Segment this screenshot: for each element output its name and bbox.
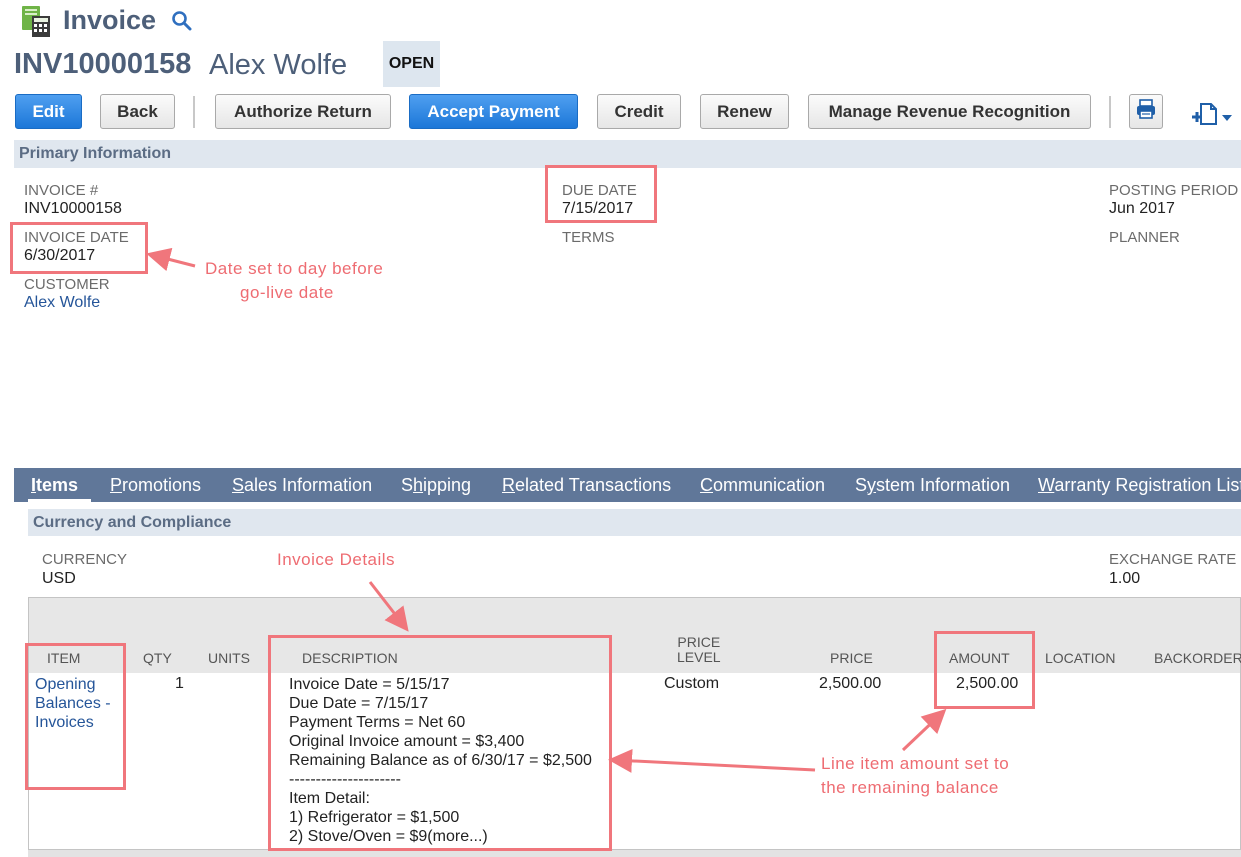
tab-items[interactable]: Items: [31, 468, 78, 502]
description-highlight: [268, 635, 612, 851]
invoice-date-highlight: [10, 222, 148, 274]
due-date-highlight: [545, 165, 657, 223]
record-customer-name: Alex Wolfe: [209, 49, 348, 81]
annotation-amount-note: Line item amount set to: [821, 754, 1010, 773]
currency-label: CURRENCY: [42, 551, 128, 568]
active-tab-indicator: [28, 499, 91, 502]
accept-payment-button[interactable]: Accept Payment: [409, 94, 578, 129]
invoice-number-value: INV10000158: [24, 200, 122, 217]
tab-accel: h: [413, 475, 424, 495]
credit-button[interactable]: Credit: [597, 94, 681, 129]
edit-button[interactable]: Edit: [15, 94, 82, 129]
table-header: ITEM QTY UNITS DESCRIPTION PRICE LEVEL P…: [29, 598, 1241, 673]
amount-highlight: [934, 631, 1035, 709]
column-header-line: LEVEL: [677, 649, 721, 665]
tab-accel: W: [1038, 475, 1055, 495]
annotation-date-note: go-live date: [240, 283, 334, 302]
invoice-number-label: INVOICE #: [24, 182, 99, 199]
item-highlight: [25, 643, 126, 790]
tab-label-pre: S: [401, 475, 414, 495]
items-table: ITEM QTY UNITS DESCRIPTION PRICE LEVEL P…: [28, 597, 1241, 850]
posting-period-label: POSTING PERIOD: [1109, 182, 1239, 199]
tab-label: ales Information: [244, 475, 373, 495]
tab-shipping[interactable]: Shipping: [401, 468, 471, 502]
new-document-icon: [1190, 101, 1218, 132]
back-button[interactable]: Back: [100, 94, 175, 129]
tab-promotions[interactable]: Promotions: [110, 468, 201, 502]
currency-value: USD: [42, 570, 76, 587]
tab-accel: C: [700, 475, 713, 495]
annotation-date-note: Date set to day before: [205, 259, 384, 278]
qty-cell: 1: [175, 675, 184, 692]
tab-label: ipping: [423, 475, 472, 495]
search-icon[interactable]: [171, 10, 193, 32]
column-header-qty[interactable]: QTY: [143, 650, 172, 666]
exchange-rate-value: 1.00: [1109, 570, 1141, 587]
column-header-location[interactable]: LOCATION: [1045, 650, 1116, 666]
tab-accel: P: [110, 475, 123, 495]
column-header-price[interactable]: PRICE: [830, 650, 873, 666]
status-badge: OPEN: [383, 41, 440, 87]
column-header-price-level[interactable]: PRICE LEVEL: [677, 635, 721, 665]
tab-warranty-registration-list[interactable]: Warranty Registration List: [1038, 468, 1241, 502]
tab-label: tems: [36, 475, 79, 495]
subtab-bar: Items Promotions Sales Information Shipp…: [14, 468, 1241, 502]
print-button[interactable]: [1129, 94, 1163, 129]
column-header-backorder[interactable]: BACKORDER: [1154, 650, 1241, 666]
tab-label-pre: S: [855, 475, 868, 495]
column-header-units[interactable]: UNITS: [208, 650, 250, 666]
customer-link[interactable]: Alex Wolfe: [24, 294, 100, 312]
tab-label: ommunication: [713, 475, 826, 495]
page-title: Invoice: [63, 5, 157, 35]
arrow-to-invoice-date: [146, 247, 196, 272]
print-icon: [1135, 98, 1157, 125]
authorize-return-button[interactable]: Authorize Return: [215, 94, 391, 129]
new-document-menu[interactable]: [1190, 101, 1234, 127]
tab-accel: S: [232, 475, 245, 495]
tab-label: arranty Registration List: [1054, 475, 1241, 495]
tab-system-information[interactable]: System Information: [855, 468, 1010, 502]
toolbar-divider: [1109, 96, 1111, 128]
record-id: INV10000158: [14, 48, 192, 80]
column-header-line: PRICE: [677, 634, 721, 650]
tab-sales-information[interactable]: Sales Information: [232, 468, 372, 502]
exchange-rate-label: EXCHANGE RATE: [1109, 551, 1237, 568]
tab-label: romotions: [122, 475, 202, 495]
posting-period-value: Jun 2017: [1109, 200, 1175, 217]
tab-accel: y: [867, 475, 877, 495]
tab-label: stem Information: [876, 475, 1011, 495]
horizontal-scrollbar[interactable]: [28, 850, 1241, 857]
manage-revenue-recognition-button[interactable]: Manage Revenue Recognition: [808, 94, 1091, 129]
annotation-details-note: Invoice Details: [277, 550, 396, 569]
currency-compliance-header: Currency and Compliance: [28, 509, 1241, 536]
primary-information-header: Primary Information: [14, 140, 1241, 168]
price-cell: 2,500.00: [819, 675, 882, 692]
tab-accel: R: [502, 475, 515, 495]
tab-communication[interactable]: Communication: [700, 468, 825, 502]
tab-related-transactions[interactable]: Related Transactions: [502, 468, 671, 502]
terms-label: TERMS: [562, 229, 615, 246]
toolbar-divider: [193, 96, 195, 128]
customer-label: CUSTOMER: [24, 276, 110, 293]
chevron-down-icon: [1222, 110, 1232, 128]
annotation-amount-note: the remaining balance: [821, 778, 999, 797]
planner-label: PLANNER: [1109, 229, 1180, 246]
invoice-app-icon: [20, 4, 52, 38]
renew-button[interactable]: Renew: [700, 94, 789, 129]
price-level-cell: Custom: [664, 675, 720, 692]
tab-label: elated Transactions: [515, 475, 672, 495]
